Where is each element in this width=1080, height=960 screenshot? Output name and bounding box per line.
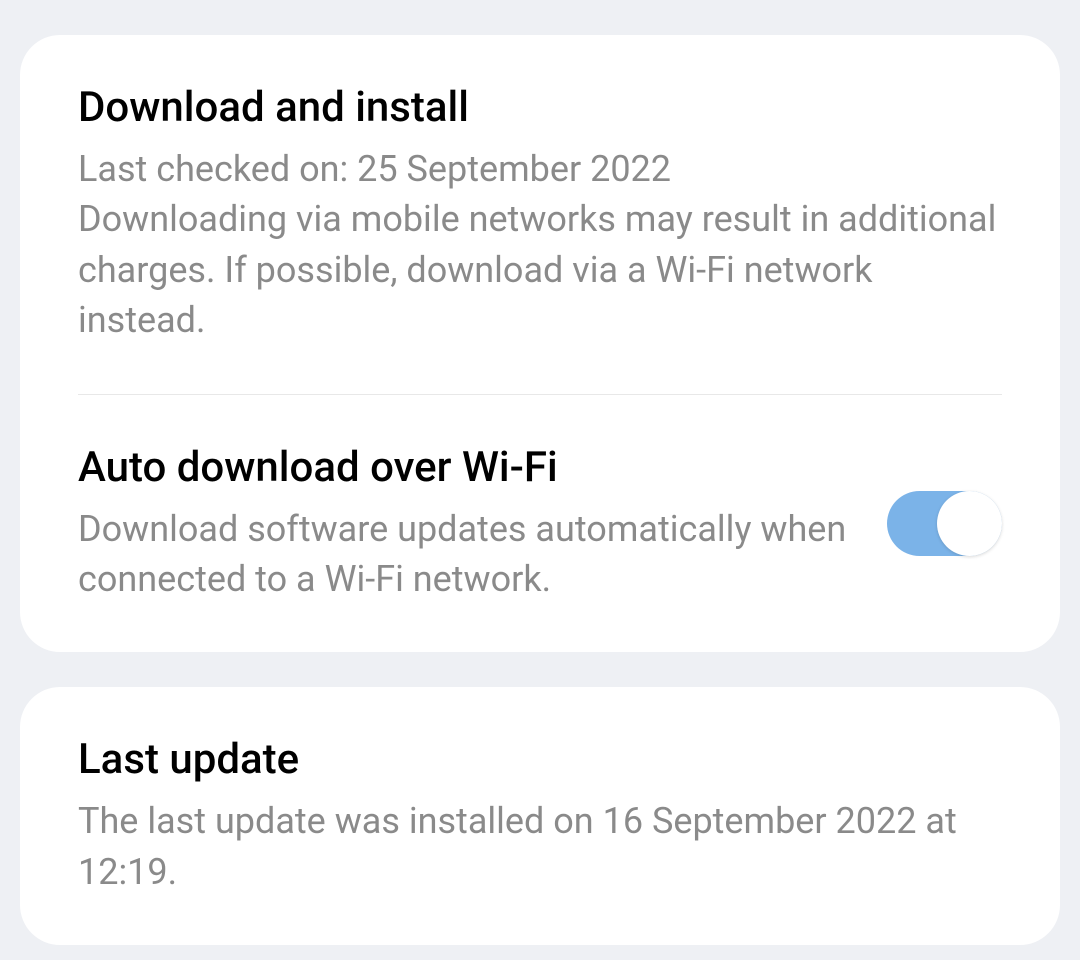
toggle-knob [937,491,1002,556]
auto-download-section[interactable]: Auto download over Wi-Fi Download softwa… [20,395,1060,653]
auto-download-title: Auto download over Wi-Fi [78,443,857,492]
download-install-last-checked: Last checked on: 25 September 2022 [78,144,1002,194]
last-update-section[interactable]: Last update The last update was installe… [20,687,1060,945]
auto-download-text: Auto download over Wi-Fi Download softwa… [78,443,887,605]
auto-download-description: Download software updates automatically … [78,504,857,605]
download-install-section[interactable]: Download and install Last checked on: 25… [20,35,1060,394]
software-update-card: Download and install Last checked on: 25… [20,35,1060,652]
last-update-description: The last update was installed on 16 Sept… [78,796,1002,897]
auto-download-toggle[interactable] [887,491,1002,556]
download-install-warning: Downloading via mobile networks may resu… [78,194,1002,345]
last-update-title: Last update [78,735,1002,784]
last-update-card: Last update The last update was installe… [20,687,1060,945]
download-install-title: Download and install [78,83,1002,132]
